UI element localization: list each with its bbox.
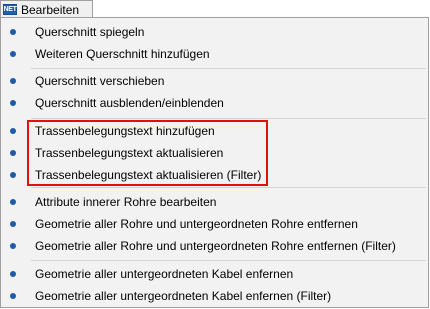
- bullet-icon: [10, 51, 16, 57]
- bullet-icon: [10, 243, 16, 249]
- menu-item-label: Querschnitt spiegeln: [35, 25, 145, 39]
- highlight-box: [27, 120, 268, 186]
- bullet-icon: [10, 128, 16, 134]
- menu-separator: [31, 68, 426, 69]
- bullet-icon: [10, 150, 16, 156]
- menu-item-geometrie-rohre-entfernen-filter[interactable]: Geometrie aller Rohre und untergeordnete…: [1, 235, 428, 257]
- menu-item-geometrie-kabel-enfernen-filter[interactable]: Geometrie aller untergeordneten Kabel en…: [1, 285, 428, 307]
- dropdown-menu: Querschnitt spiegeln Weiteren Querschnit…: [0, 17, 429, 308]
- bullet-icon: [10, 100, 16, 106]
- menu-item-label: Querschnitt verschieben: [35, 74, 165, 88]
- menu-item-label: Attribute innerer Rohre bearbeiten: [35, 195, 217, 209]
- app-window: NET Bearbeiten Querschnitt spiegeln Weit…: [0, 0, 430, 309]
- menu-item-label: Geometrie aller untergeordneten Kabel en…: [35, 289, 332, 303]
- menu-item-label: Weiteren Querschnitt hinzufügen: [35, 47, 210, 61]
- menu-item-querschnitt-spiegeln[interactable]: Querschnitt spiegeln: [1, 21, 428, 43]
- bullet-icon: [10, 221, 16, 227]
- menu-bearbeiten[interactable]: NET Bearbeiten: [0, 0, 93, 18]
- menu-item-label: Geometrie aller Rohre und untergeordnete…: [35, 217, 358, 231]
- menu-item-label: Querschnitt ausblenden/einblenden: [35, 96, 224, 110]
- app-logo-icon: NET: [3, 4, 17, 15]
- menu-separator: [31, 118, 426, 119]
- menu-separator: [31, 187, 426, 188]
- menu-item-querschnitt-ausblenden-einblenden[interactable]: Querschnitt ausblenden/einblenden: [1, 92, 428, 114]
- menu-item-geometrie-rohre-entfernen[interactable]: Geometrie aller Rohre und untergeordnete…: [1, 213, 428, 235]
- menu-item-label: Geometrie aller untergeordneten Kabel en…: [35, 267, 294, 281]
- menu-separator: [31, 260, 426, 261]
- menu-title: Bearbeiten: [21, 2, 80, 17]
- menu-bar: NET Bearbeiten: [0, 0, 93, 18]
- menu-item-weiteren-querschnitt-hinzufuegen[interactable]: Weiteren Querschnitt hinzufügen: [1, 43, 428, 65]
- bullet-icon: [10, 172, 16, 178]
- menu-item-attribute-innerer-rohre[interactable]: Attribute innerer Rohre bearbeiten: [1, 191, 428, 213]
- menu-item-label: Geometrie aller Rohre und untergeordnete…: [35, 239, 396, 253]
- bullet-icon: [10, 29, 16, 35]
- bullet-icon: [10, 199, 16, 205]
- menu-item-geometrie-kabel-enfernen[interactable]: Geometrie aller untergeordneten Kabel en…: [1, 263, 428, 285]
- bullet-icon: [10, 78, 16, 84]
- menu-item-querschnitt-verschieben[interactable]: Querschnitt verschieben: [1, 70, 428, 92]
- bullet-icon: [10, 293, 16, 299]
- bullet-icon: [10, 271, 16, 277]
